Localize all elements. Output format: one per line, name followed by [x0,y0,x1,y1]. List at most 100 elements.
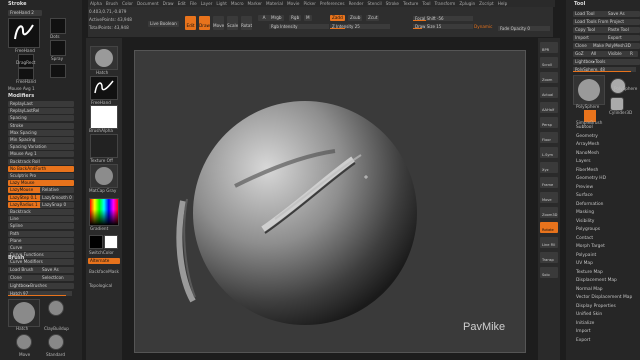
tool-subpalette-item[interactable]: Unified Skin [576,311,636,320]
menu-item-picker[interactable]: Picker [303,1,315,6]
live-boolean-button[interactable]: Live Boolean [148,21,179,27]
modifier-item[interactable]: Path [8,230,74,237]
brush-save-as-button[interactable]: Save As [40,267,74,273]
modifier-item[interactable]: Sculptris Pro [8,173,74,179]
colorspray-stroke-thumb[interactable] [50,64,66,78]
brush-clone-button[interactable]: Clone [8,275,42,281]
dynamic-label[interactable]: Dynamic [474,24,492,29]
load-tools-from-project-button[interactable]: Load Tools From Project [573,19,640,25]
clone-button[interactable]: Clone [573,43,593,49]
brush-select-icon-button[interactable]: SelectIcon [40,275,74,281]
modifier-item[interactable]: Line [8,216,74,223]
modifier-item[interactable]: LazyRadius 1 [8,201,42,208]
r-button[interactable]: R [628,51,638,57]
move-brush-thumb[interactable] [16,334,32,350]
menu-item-edit[interactable]: Edit [178,1,186,6]
load-brush-button[interactable]: Load Brush [8,267,42,273]
scale-button[interactable]: Scale [227,16,238,30]
tool-subpalette-item[interactable]: ArrayMesh [576,141,636,150]
topological-label[interactable]: Topological [89,283,112,288]
main-color-swatch[interactable] [89,235,103,249]
zadd-button[interactable]: Zadd [330,15,345,21]
menu-item-help[interactable]: Help [498,1,508,6]
modifier-item[interactable]: Stroke [8,122,74,129]
hatch-brush-thumb[interactable] [8,299,40,327]
menu-item-tool[interactable]: Tool [422,1,430,6]
zcut-button[interactable]: Zcut [366,15,380,21]
spray-stroke-thumb[interactable] [50,40,66,56]
tool-save-as-button[interactable]: Save As [606,11,640,17]
lightbox-tools-button[interactable]: Lightbox▸Tools [573,59,640,65]
tool-subpalette-item[interactable]: Geometry [576,133,636,142]
freehand-shelf-thumb[interactable] [90,76,118,100]
m-button[interactable]: M [304,15,312,21]
modifier-item[interactable]: Relative [40,187,74,194]
tool-subpalette-item[interactable]: Texture Map [576,269,636,278]
standard-brush-thumb[interactable] [48,334,64,350]
dots-stroke-thumb[interactable] [50,18,66,34]
secondary-color-swatch[interactable] [104,235,118,249]
menu-item-layer[interactable]: Layer [201,1,213,6]
draw-size-slider[interactable]: Draw Size 15 [413,24,473,29]
tool-subpalette-item[interactable]: Display Properties [576,303,636,312]
shelf-button-zoom3d[interactable]: Zoom3D [540,207,558,218]
menu-item-document[interactable]: Document [137,1,159,6]
export-button[interactable]: Export [606,35,640,41]
move-button[interactable]: Move [213,16,224,30]
shelf-button-scroll[interactable]: Scroll [540,57,558,68]
freehand-selector[interactable]: FreeHand 2 [8,10,42,16]
hatch-shelf-thumb[interactable] [90,46,118,70]
modifier-item[interactable]: Mouse Avg 1 [8,151,74,158]
tool-subpalette-item[interactable]: Morph Target [576,243,636,252]
modifier-item[interactable]: LazySnap 0 [40,201,74,208]
shelf-button-persp[interactable]: Persp [540,117,558,128]
menu-item-file[interactable]: File [190,1,197,6]
cylinder3d-thumb[interactable] [610,97,624,111]
shelf-button-bpr[interactable]: BPR [540,42,558,53]
tool-subpalette-item[interactable]: Polygroups [576,226,636,235]
fade-opacity-slider[interactable]: Fade Opacity 0 [498,26,550,31]
modifier-item[interactable]: Spacing [8,115,74,122]
tool-subpalette-item[interactable]: Contact [576,235,636,244]
tool-subpalette-item[interactable]: Layers [576,158,636,167]
mrgb-button[interactable]: Mrgb [269,15,284,21]
shelf-button-floor[interactable]: Floor [540,132,558,143]
tool-subpalette-item[interactable]: Visibility [576,218,636,227]
modifier-item[interactable]: Min Spacing [8,137,74,143]
modifier-item[interactable]: Spacing Variation [8,144,74,151]
edit-button[interactable]: Edit [185,16,196,30]
rgb-intensity-slider[interactable]: Rgb Intensity [269,24,329,29]
claybuildup-brush-thumb[interactable] [48,300,64,316]
tool-subpalette-item[interactable]: NanoMesh [576,150,636,159]
menu-item-macro[interactable]: Macro [231,1,244,6]
matcap-thumb[interactable] [90,164,118,188]
menu-item-light[interactable]: Light [216,1,226,6]
menu-item-material[interactable]: Material [266,1,283,6]
tool-subpalette-item[interactable]: Export [576,337,636,346]
shelf-button-aahalf[interactable]: AAHalf [540,102,558,113]
shelf-button-solo[interactable]: Solo [540,267,558,278]
shelf-button-xyz[interactable]: Xyz [540,162,558,173]
modifier-item[interactable]: Max Spacing [8,129,74,136]
brush-alpha-thumb[interactable] [90,105,118,129]
tool-subpalette-item[interactable]: UV Map [576,260,636,269]
zsub-button[interactable]: Zsub [348,15,363,21]
shelf-button-line-fill[interactable]: Line Fill [540,237,558,248]
shelf-button-move[interactable]: Move [540,192,558,203]
paste-tool-button[interactable]: Paste Tool [606,27,640,33]
brush-hatch-slider[interactable]: Hatch 97 [8,291,72,296]
alternate-button[interactable]: Alternate [88,258,120,264]
menu-item-alpha[interactable]: Alpha [90,1,102,6]
import-button[interactable]: Import [573,35,607,41]
tool-subpalette-item[interactable]: Subtool [576,124,636,133]
modifier-item[interactable]: LazyMouse [8,187,42,194]
all-button[interactable]: All [589,51,607,57]
modifier-item[interactable]: Backtrack [8,209,74,215]
menu-item-stroke[interactable]: Stroke [386,1,399,6]
shelf-button-zoom[interactable]: Zoom [540,72,558,83]
focal-shift-slider[interactable]: Focal Shift -56 [413,16,473,21]
shelf-button-transp[interactable]: Transp [540,252,558,263]
menu-item-render[interactable]: Render [349,1,364,6]
rotate-button[interactable]: Rotate [241,16,252,30]
modifier-item[interactable]: LazySmooth 0 [40,194,74,201]
